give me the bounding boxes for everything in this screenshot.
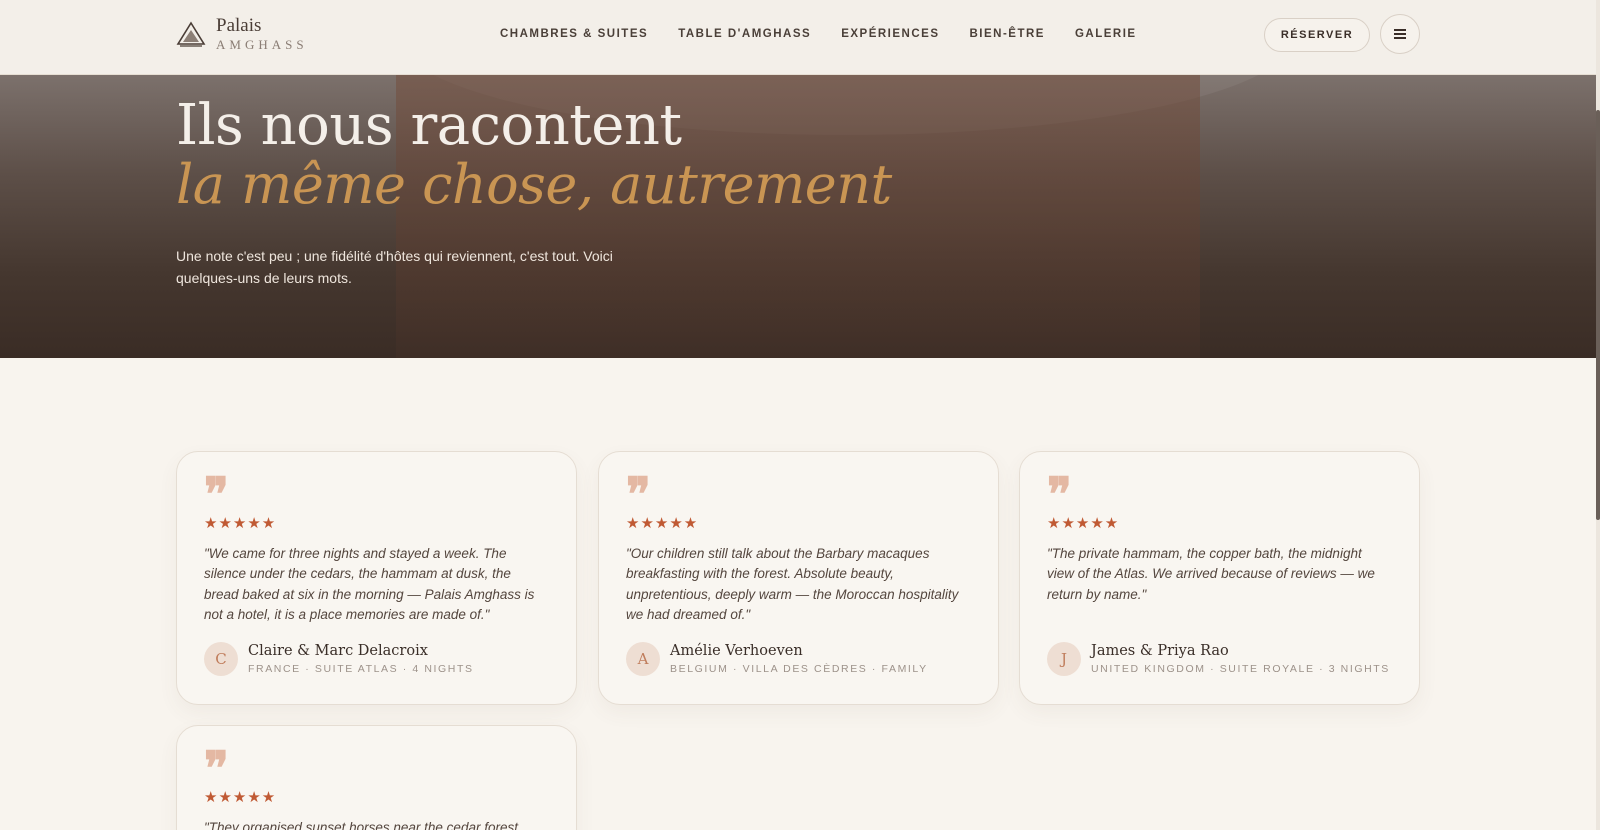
avatar: A [626,642,660,676]
hamburger-icon [1394,27,1406,42]
review-text: "Our children still talk about the Barba… [626,546,959,623]
reserve-button[interactable]: RÉSERVER [1264,18,1370,52]
review-text: "The private hammam, the copper bath, th… [1047,546,1375,602]
rating-stars: ★★★★★ [204,515,277,532]
author-name: James & Priya Rao [1091,643,1229,659]
review-card: ❞ ★★★★★ "We came for three nights and st… [176,451,577,705]
nav-experiences[interactable]: EXPÉRIENCES [841,28,939,40]
review-card: ❞ ★★★★★ "Our children still talk about t… [598,451,999,705]
mountain-logo-icon [176,20,206,47]
brand-name: Palais [216,15,262,36]
review-card: ❞ ★★★★★ "The private hammam, the copper … [1019,451,1420,705]
review-text: "We came for three nights and stayed a w… [204,546,535,623]
rating-stars: ★★★★★ [204,789,277,806]
site-header: Palais AMGHASS CHAMBRES & SUITES TABLE D… [0,0,1596,75]
review-card: ❞ ★★★★★ "They organised sunset horses ne… [176,725,577,830]
scrollbar-thumb[interactable] [1596,110,1600,520]
author-name: Amélie Verhoeven [670,643,803,659]
nav-wellness[interactable]: BIEN-ÊTRE [970,28,1045,40]
quote-icon: ❞ [204,467,229,521]
author-meta: UNITED KINGDOM · SUITE ROYALE · 3 NIGHTS [1091,663,1390,675]
review-author: C Claire & Marc Delacroix FRANCE · SUITE… [204,642,474,676]
hero-section: Ils nous racontent la même chose, autrem… [0,75,1596,358]
rating-stars: ★★★★★ [1047,515,1120,532]
menu-button[interactable] [1380,14,1420,54]
author-meta: FRANCE · SUITE ATLAS · 4 NIGHTS [248,663,474,675]
avatar: C [204,642,238,676]
hero-description: Une note c'est peu ; une fidélité d'hôte… [176,248,613,286]
avatar: J [1047,642,1081,676]
hero-title: Ils nous racontent [176,93,682,158]
brand-subname: AMGHASS [216,37,308,52]
hero-subtitle: la même chose, autrement [176,153,892,216]
review-author: A Amélie Verhoeven BELGIUM · VILLA DES C… [626,642,928,676]
author-meta: BELGIUM · VILLA DES CÈDRES · FAMILY [670,663,928,675]
nav-rooms-suites[interactable]: CHAMBRES & SUITES [500,28,648,40]
quote-icon: ❞ [626,467,651,521]
rating-stars: ★★★★★ [626,515,699,532]
author-name: Claire & Marc Delacroix [248,643,428,659]
quote-icon: ❞ [204,741,229,795]
review-author: J James & Priya Rao UNITED KINGDOM · SUI… [1047,642,1390,676]
logo[interactable]: Palais AMGHASS [176,16,308,51]
quote-icon: ❞ [1047,467,1072,521]
review-text: "They organised sunset horses near the c… [204,820,522,830]
page-scrollbar[interactable] [1596,0,1600,830]
nav-table[interactable]: TABLE D'AMGHASS [678,28,811,40]
main-nav: CHAMBRES & SUITES TABLE D'AMGHASS EXPÉRI… [500,28,1137,40]
nav-gallery[interactable]: GALERIE [1075,28,1137,40]
